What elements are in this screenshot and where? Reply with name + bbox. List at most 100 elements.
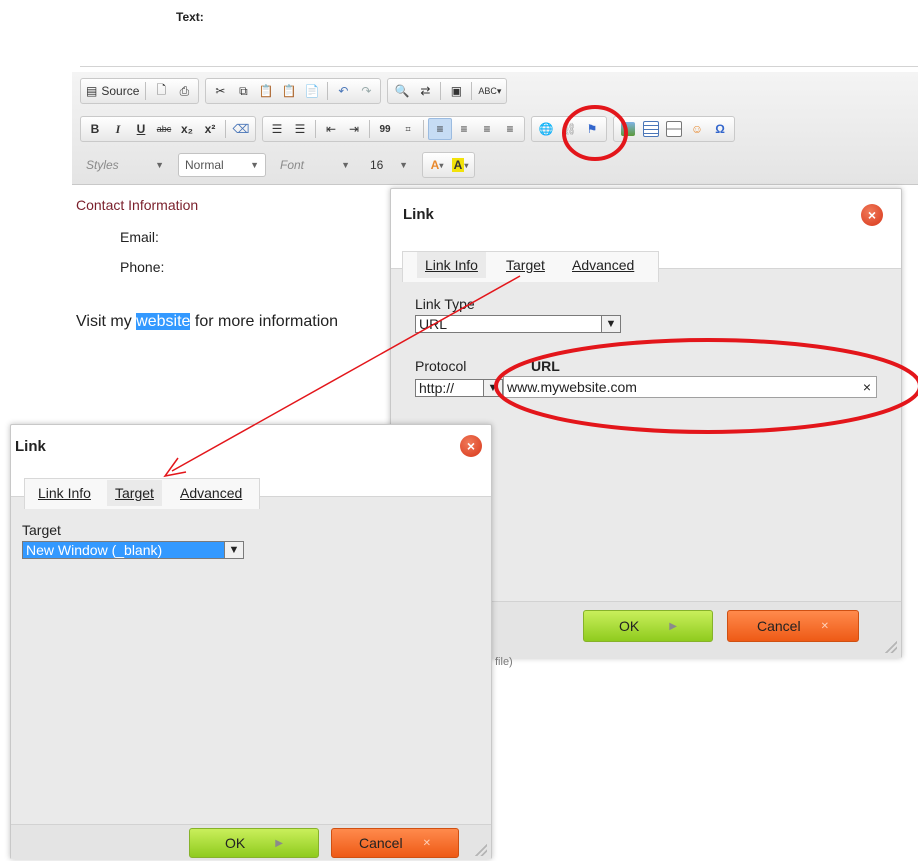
text-color-icon[interactable]: A ▾ (426, 155, 448, 175)
create-div-icon[interactable]: ⌗ (397, 119, 419, 139)
styles-combo[interactable]: Styles ▼ (80, 154, 170, 176)
print-icon[interactable]: ⎙ (173, 81, 195, 101)
blockquote-icon[interactable]: 99 (374, 119, 396, 139)
source-label: Source (101, 84, 140, 98)
toolbar-row-3: Styles ▼ Normal ▼ Font ▼ 16 ▼ A ▾ A ▾ (80, 152, 479, 178)
close-icon: ✕ (820, 620, 829, 632)
toolbar-separator (423, 120, 424, 138)
align-justify-icon[interactable]: ≡ (499, 119, 521, 139)
protocol-select[interactable]: http:// ▼ (415, 379, 503, 397)
toolbar-separator (369, 120, 370, 138)
toolbar-separator (315, 120, 316, 138)
chevron-down-icon: ▼ (224, 542, 243, 558)
font-combo[interactable]: Font ▼ (274, 154, 356, 176)
spellcheck-icon[interactable]: ABC▾ (476, 81, 503, 101)
toolbar-separator (471, 82, 473, 100)
preview-icon[interactable]: 🗋 (150, 81, 172, 101)
link-type-value: URL (419, 316, 448, 332)
ok-button[interactable]: OK ▶ (583, 610, 713, 642)
target-label: Target (22, 522, 61, 538)
cut-icon[interactable]: ✂ (209, 81, 231, 101)
toolbar-separator (145, 82, 147, 100)
align-left-icon[interactable]: ≡ (428, 118, 452, 140)
source-button[interactable]: ▤ Source (84, 81, 141, 101)
url-input[interactable]: www.mywebsite.com × (503, 376, 877, 398)
italic-button[interactable]: I (107, 119, 129, 139)
url-value: www.mywebsite.com (507, 379, 637, 395)
format-combo[interactable]: Normal ▼ (178, 153, 266, 177)
close-icon: ✕ (422, 837, 431, 849)
table-icon[interactable] (640, 119, 662, 139)
styles-combo-value: Styles (86, 158, 119, 172)
resize-grip[interactable] (885, 641, 897, 653)
clear-icon[interactable]: × (858, 379, 876, 395)
numbered-list-icon[interactable]: ☰ (266, 119, 288, 139)
tab-target[interactable]: Target (107, 480, 162, 506)
tab-target[interactable]: Target (498, 252, 553, 278)
chevron-down-icon: ▼ (155, 160, 164, 170)
underline-button[interactable]: U (130, 119, 152, 139)
tab-advanced[interactable]: Advanced (172, 480, 250, 506)
tab-link-info[interactable]: Link Info (30, 480, 99, 506)
toolbar-group-clipboard: ✂ ⧉ 📋 📋 📄 ↶ ↷ (205, 78, 382, 104)
strikethrough-button[interactable]: abc (153, 119, 175, 139)
toolbar-group-basic-styles: B I U abc x₂ x² ⌫ (80, 116, 256, 142)
align-right-icon[interactable]: ≡ (476, 119, 498, 139)
link-type-label: Link Type (415, 296, 475, 312)
unlink-icon[interactable]: ⛓ (558, 119, 580, 139)
dialog-title: Link (15, 438, 46, 455)
close-icon[interactable]: × (460, 435, 482, 457)
resize-grip[interactable] (475, 844, 487, 856)
horizontal-rule-icon[interactable] (663, 119, 685, 139)
phone-label: Phone: (120, 259, 165, 275)
toolbar-group-paragraph: ☰ ☰ ⇤ ⇥ 99 ⌗ ≡ ≡ ≡ ≡ (262, 116, 525, 142)
special-char-icon[interactable]: Ω (709, 119, 731, 139)
link-type-select[interactable]: URL ▼ (415, 315, 621, 333)
chevron-down-icon: ▼ (250, 160, 259, 170)
email-label: Email: (120, 229, 159, 245)
cancel-button[interactable]: Cancel ✕ (331, 828, 459, 858)
format-combo-value: Normal (185, 158, 224, 172)
behind-text: file) (495, 656, 513, 668)
ok-label: OK (225, 835, 246, 851)
link-icon[interactable]: 🌐 (535, 119, 557, 139)
paste-icon[interactable]: 📋 (255, 81, 277, 101)
superscript-button[interactable]: x² (199, 119, 221, 139)
redo-icon[interactable]: ↷ (355, 81, 377, 101)
smiley-icon[interactable]: ☺ (686, 119, 708, 139)
chevron-down-icon: ▼ (341, 160, 350, 170)
tab-advanced[interactable]: Advanced (564, 252, 642, 278)
find-icon[interactable]: 🔍 (391, 81, 413, 101)
bold-button[interactable]: B (84, 119, 106, 139)
copy-icon[interactable]: ⧉ (232, 81, 254, 101)
tab-link-info[interactable]: Link Info (417, 252, 486, 278)
cancel-button[interactable]: Cancel ✕ (727, 610, 859, 642)
close-icon[interactable]: × (861, 204, 883, 226)
url-label: URL (531, 358, 560, 374)
editor-top-rule (80, 66, 918, 67)
ok-label: OK (619, 618, 640, 634)
toolbar-group-colors: A ▾ A ▾ (422, 152, 475, 178)
anchor-flag-icon[interactable]: ⚑ (581, 119, 603, 139)
image-icon[interactable] (617, 119, 639, 139)
target-value: New Window (_blank) (23, 542, 224, 558)
replace-icon[interactable]: ⇄ (414, 81, 436, 101)
source-icon: ▤ (86, 84, 98, 98)
toolbar-separator (225, 120, 226, 138)
outdent-icon[interactable]: ⇤ (320, 119, 342, 139)
remove-format-icon[interactable]: ⌫ (230, 119, 252, 139)
ok-button[interactable]: OK ▶ (189, 828, 319, 858)
target-select[interactable]: New Window (_blank) ▼ (22, 541, 244, 559)
subscript-button[interactable]: x₂ (176, 119, 198, 139)
select-all-icon[interactable]: ▣ (445, 81, 467, 101)
align-center-icon[interactable]: ≡ (453, 119, 475, 139)
background-color-icon[interactable]: A ▾ (449, 155, 471, 175)
selected-link-text[interactable]: website (136, 313, 191, 330)
size-combo[interactable]: 16 ▼ (364, 154, 414, 176)
paste-word-icon[interactable]: 📄 (301, 81, 323, 101)
undo-icon[interactable]: ↶ (332, 81, 354, 101)
paste-text-icon[interactable]: 📋 (278, 81, 300, 101)
bulleted-list-icon[interactable]: ☰ (289, 119, 311, 139)
toolbar-row-2: B I U abc x₂ x² ⌫ ☰ ☰ ⇤ ⇥ 99 ⌗ ≡ ≡ ≡ ≡ 🌐… (80, 116, 739, 142)
indent-icon[interactable]: ⇥ (343, 119, 365, 139)
